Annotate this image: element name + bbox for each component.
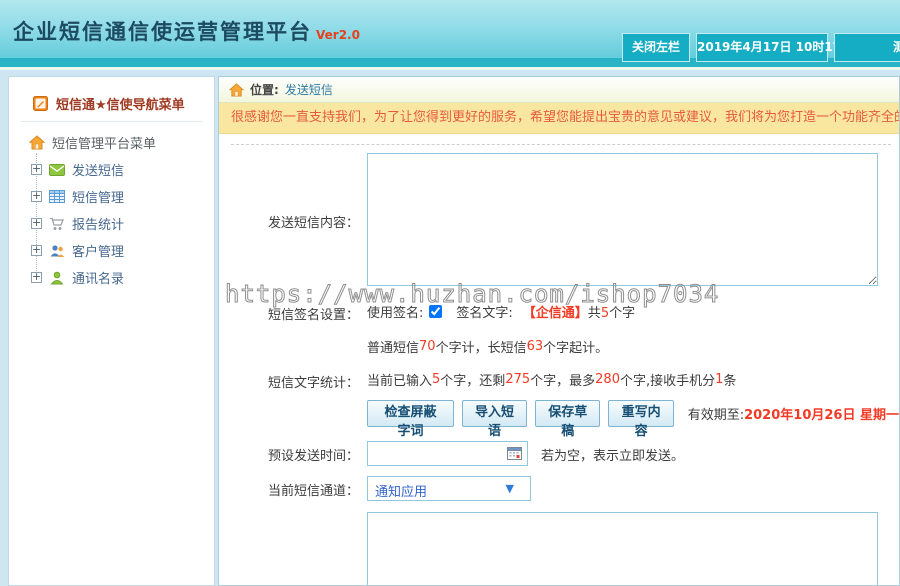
sidebar-root-label: 短信管理平台菜单 bbox=[52, 133, 156, 152]
users-icon bbox=[49, 244, 65, 258]
expand-plus-icon[interactable]: + bbox=[31, 245, 42, 256]
expand-plus-icon[interactable]: + bbox=[31, 164, 42, 175]
length-hint: 普通短信70个字计，长短信63个字起计。 bbox=[367, 337, 608, 356]
channel-label: 当前短信通道： bbox=[219, 480, 359, 499]
notice-banner: 很感谢您一直支持我们，为了让您得到更好的服务，希望您能提出宝贵的意见或建议，我们… bbox=[219, 103, 899, 134]
import-phrase-button[interactable]: 导入短语 bbox=[462, 400, 527, 427]
sidebar: 短信通★信使导航菜单 短信管理平台菜单 + 发送短信 + 短 bbox=[8, 76, 215, 586]
signature-row: 使用签名: 签名文字: 【企信通】共5个字 bbox=[367, 302, 635, 320]
envelope-icon bbox=[49, 163, 65, 177]
notice-text: 很感谢您一直支持我们，为了让您得到更好的服务，希望您能提出宝贵的意见或建议，我们… bbox=[231, 110, 899, 125]
save-draft-button[interactable]: 保存草稿 bbox=[535, 400, 600, 427]
validity-date: 2020年10月26日 星期一 bbox=[744, 408, 899, 423]
action-buttons-row: 检查屏蔽字词 导入短语 保存草稿 重写内容 有效期至:2020年10月26日 星… bbox=[367, 400, 899, 427]
sms-content-textarea[interactable] bbox=[367, 153, 878, 286]
content-label: 发送短信内容： bbox=[219, 212, 359, 231]
stats-value: 当前已输入5个字，还剩275个字，最多280个字,接收手机分1条 bbox=[367, 370, 736, 389]
app-title: 企业短信通信使运营管理平台 Ver2.0 bbox=[13, 16, 360, 46]
sidebar-item-label: 短信管理 bbox=[72, 187, 124, 206]
channel-select[interactable]: 通知应用 ▼ bbox=[367, 476, 531, 501]
sidebar-nav-header: 短信通★信使导航菜单 bbox=[33, 94, 185, 113]
header-bar: 企业短信通信使运营管理平台 Ver2.0 关闭左栏 2019年4月17日 10时1… bbox=[0, 0, 900, 70]
datetime-display-button[interactable]: 2019年4月17日 10时17分36秒 bbox=[696, 33, 828, 62]
cart-icon bbox=[49, 217, 65, 231]
validity-label: 有效期至: bbox=[688, 408, 744, 423]
sidebar-item-contacts[interactable]: + 通讯名录 bbox=[9, 264, 214, 291]
sidebar-item-label: 发送短信 bbox=[72, 160, 124, 179]
calendar-icon[interactable] bbox=[507, 446, 522, 460]
validity-text: 有效期至:2020年10月26日 星期一 bbox=[688, 404, 899, 423]
sidebar-item-report-stats[interactable]: + 报告统计 bbox=[9, 210, 214, 237]
schedule-hint: 若为空，表示立即发送。 bbox=[541, 445, 684, 464]
sidebar-root-menu[interactable]: 短信管理平台菜单 bbox=[29, 133, 156, 152]
rewrite-content-button[interactable]: 重写内容 bbox=[608, 400, 673, 427]
app-title-text: 企业短信通信使运营管理平台 bbox=[13, 20, 312, 44]
send-sms-form: 发送短信内容： https://www.huzhan.com/ishop7034… bbox=[219, 144, 899, 585]
close-left-panel-button[interactable]: 关闭左栏 bbox=[622, 33, 690, 62]
person-icon bbox=[49, 271, 65, 285]
extra-textarea[interactable] bbox=[367, 512, 878, 586]
notepad-icon bbox=[33, 96, 48, 111]
expand-plus-icon[interactable]: + bbox=[31, 218, 42, 229]
app-version: Ver2.0 bbox=[316, 28, 360, 42]
channel-selected-value: 通知应用 bbox=[375, 481, 427, 500]
sidebar-item-send-sms[interactable]: + 发送短信 bbox=[9, 156, 214, 183]
form-top-divider bbox=[231, 144, 891, 145]
stats-label: 短信文字统计： bbox=[219, 372, 359, 391]
location-label: 位置: bbox=[250, 81, 279, 98]
check-blocked-words-button[interactable]: 检查屏蔽字词 bbox=[367, 400, 454, 427]
breadcrumb: 位置: 发送短信 bbox=[219, 77, 899, 103]
sidebar-item-customer-manage[interactable]: + 客户管理 bbox=[9, 237, 214, 264]
signature-text-label: 签名文字: bbox=[456, 302, 512, 321]
sidebar-item-label: 客户管理 bbox=[72, 241, 124, 260]
signature-value: 【企信通】共5个字 bbox=[523, 302, 635, 321]
location-current-page: 发送短信 bbox=[285, 81, 333, 98]
schedule-time-input[interactable] bbox=[367, 441, 528, 466]
sidebar-item-sms-manage[interactable]: + 短信管理 bbox=[9, 183, 214, 210]
schedule-label: 预设发送时间： bbox=[219, 445, 359, 464]
sidebar-nav-title: 短信通★信使导航菜单 bbox=[56, 94, 185, 113]
expand-plus-icon[interactable]: + bbox=[31, 272, 42, 283]
clipped-right-button[interactable]: 测 bbox=[834, 33, 900, 62]
home-icon bbox=[229, 83, 244, 97]
home-icon bbox=[29, 135, 45, 150]
use-signature-checkbox[interactable] bbox=[429, 305, 442, 318]
app-window: 企业短信通信使运营管理平台 Ver2.0 关闭左栏 2019年4月17日 10时1… bbox=[0, 0, 900, 586]
expand-plus-icon[interactable]: + bbox=[31, 191, 42, 202]
use-signature-label: 使用签名: bbox=[367, 302, 423, 321]
header-divider bbox=[0, 67, 900, 70]
chevron-down-icon: ▼ bbox=[506, 482, 514, 495]
table-icon bbox=[49, 190, 65, 203]
sidebar-divider bbox=[21, 121, 202, 122]
main-panel: 位置: 发送短信 很感谢您一直支持我们，为了让您得到更好的服务，希望您能提出宝贵… bbox=[218, 76, 900, 586]
sidebar-item-label: 报告统计 bbox=[72, 214, 124, 233]
sidebar-item-label: 通讯名录 bbox=[72, 268, 124, 287]
signature-label: 短信签名设置： bbox=[219, 304, 359, 323]
sidebar-tree: + 发送短信 + 短信管理 + 报告统计 + bbox=[9, 156, 214, 291]
